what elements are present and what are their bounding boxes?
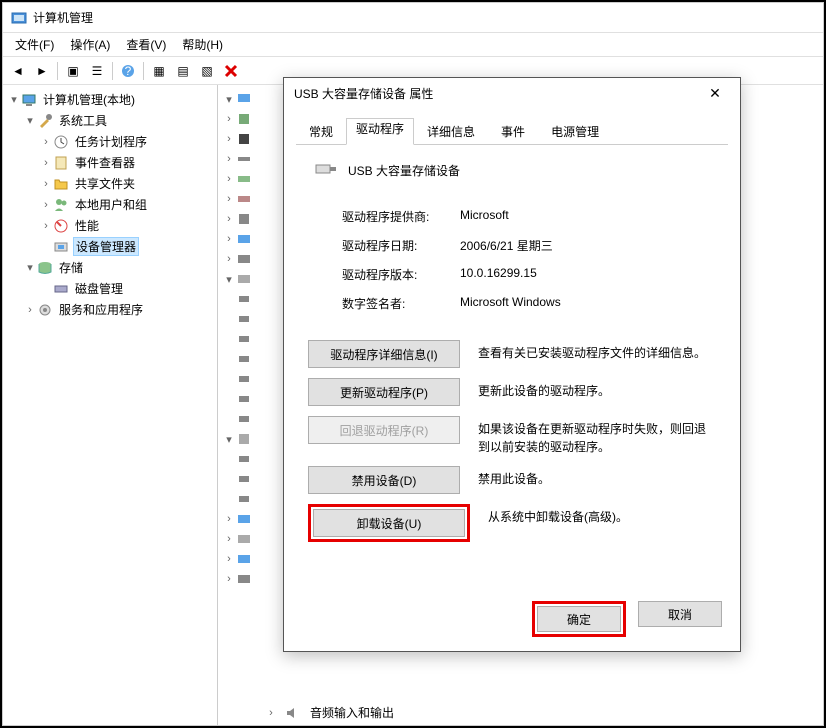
audio-icon [284,705,300,721]
usb-icon [314,159,338,182]
tree-storage[interactable]: ▾存储 [5,257,215,278]
computer-icon [21,92,37,108]
btn-desc: 禁用此设备。 [478,466,716,488]
info-value: Microsoft [460,208,509,225]
folder-icon [53,176,69,192]
tab-general[interactable]: 常规 [296,118,346,145]
titlebar: 计算机管理 [3,3,823,33]
menubar: 文件(F) 操作(A) 查看(V) 帮助(H) [3,33,823,57]
app-icon [11,10,27,26]
dialog-footer: 确定 取消 [284,591,740,651]
bottom-item[interactable]: ›音频输入和输出 [264,704,394,721]
tab-details[interactable]: 详细信息 [414,118,488,145]
perf-icon [53,218,69,234]
btn-desc: 查看有关已安装驱动程序文件的详细信息。 [478,340,716,362]
rollback-driver-button: 回退驱动程序(R) [308,416,460,444]
tab-power[interactable]: 电源管理 [538,118,612,145]
dialog-titlebar: USB 大容量存储设备 属性 ✕ [284,78,740,108]
tree-perf[interactable]: ›性能 [5,215,215,236]
storage-icon [37,260,53,276]
tab-driver[interactable]: 驱动程序 [346,118,414,145]
btn-row: 禁用设备(D) 禁用此设备。 [308,466,716,494]
device-name: USB 大容量存储设备 [348,162,460,179]
disk-icon [53,281,69,297]
window-title: 计算机管理 [33,9,93,26]
device-header: USB 大容量存储设备 [308,159,716,182]
help-icon[interactable]: ? [117,60,139,82]
tree-systools[interactable]: ▾系统工具 [5,110,215,131]
menu-action[interactable]: 操作(A) [62,34,118,55]
info-row: 数字签名者:Microsoft Windows [308,289,716,318]
info-row: 驱动程序提供商:Microsoft [308,202,716,231]
tab-events[interactable]: 事件 [488,118,538,145]
devmgr-icon [53,239,69,255]
disable-device-button[interactable]: 禁用设备(D) [308,466,460,494]
btn-desc: 从系统中卸载设备(高级)。 [488,504,716,526]
nav-tree: ▾计算机管理(本地) ▾系统工具 ›任务计划程序 ›事件查看器 ›共享文件夹 ›… [3,85,218,725]
separator [112,62,113,80]
clock-icon [53,134,69,150]
menu-help[interactable]: 帮助(H) [174,34,231,55]
separator [143,62,144,80]
btn-row: 卸载设备(U) 从系统中卸载设备(高级)。 [308,504,716,542]
tree-event[interactable]: ›事件查看器 [5,152,215,173]
tree-users[interactable]: ›本地用户和组 [5,194,215,215]
tree-shared[interactable]: ›共享文件夹 [5,173,215,194]
tools-icon [37,113,53,129]
tree-task[interactable]: ›任务计划程序 [5,131,215,152]
info-row: 驱动程序日期:2006/6/21 星期三 [308,231,716,260]
btn-desc: 如果该设备在更新驱动程序时失败，则回退到以前安装的驱动程序。 [478,416,716,456]
tabbar: 常规 驱动程序 详细信息 事件 电源管理 [284,108,740,145]
tool-icon[interactable]: ▦ [148,60,170,82]
services-icon [37,302,53,318]
info-value: 2006/6/21 星期三 [460,237,553,254]
back-icon[interactable]: ◄ [7,60,29,82]
info-row: 驱动程序版本:10.0.16299.15 [308,260,716,289]
btn-row: 驱动程序详细信息(I) 查看有关已安装驱动程序文件的详细信息。 [308,340,716,368]
highlight-uninstall: 卸载设备(U) [308,504,470,542]
tool-icon[interactable]: ▧ [196,60,218,82]
uninstall-device-button[interactable]: 卸载设备(U) [313,509,465,537]
show-icon[interactable]: ☰ [86,60,108,82]
dialog-title: USB 大容量存储设备 属性 [294,85,433,102]
tree-disk[interactable]: 磁盘管理 [5,278,215,299]
tab-content: USB 大容量存储设备 驱动程序提供商:Microsoft 驱动程序日期:200… [296,144,728,580]
tree-services[interactable]: ›服务和应用程序 [5,299,215,320]
menu-view[interactable]: 查看(V) [118,34,174,55]
driver-details-button[interactable]: 驱动程序详细信息(I) [308,340,460,368]
info-value: 10.0.16299.15 [460,266,537,283]
tree-devmgr[interactable]: 设备管理器 [5,236,215,257]
event-icon [53,155,69,171]
close-icon[interactable]: ✕ [700,81,730,105]
svg-text:?: ? [125,64,132,78]
cancel-button[interactable]: 取消 [638,601,722,627]
up-icon[interactable]: ▣ [62,60,84,82]
info-value: Microsoft Windows [460,295,561,312]
highlight-ok: 确定 [532,601,626,637]
ok-button[interactable]: 确定 [537,606,621,632]
separator [57,62,58,80]
btn-row: 回退驱动程序(R) 如果该设备在更新驱动程序时失败，则回退到以前安装的驱动程序。 [308,416,716,456]
forward-icon[interactable]: ► [31,60,53,82]
tool-icon[interactable]: ▤ [172,60,194,82]
tool-icon[interactable] [220,60,242,82]
btn-row: 更新驱动程序(P) 更新此设备的驱动程序。 [308,378,716,406]
btn-desc: 更新此设备的驱动程序。 [478,378,716,400]
menu-file[interactable]: 文件(F) [7,34,62,55]
tree-root[interactable]: ▾计算机管理(本地) [5,89,215,110]
users-icon [53,197,69,213]
properties-dialog: USB 大容量存储设备 属性 ✕ 常规 驱动程序 详细信息 事件 电源管理 US… [283,77,741,652]
update-driver-button[interactable]: 更新驱动程序(P) [308,378,460,406]
